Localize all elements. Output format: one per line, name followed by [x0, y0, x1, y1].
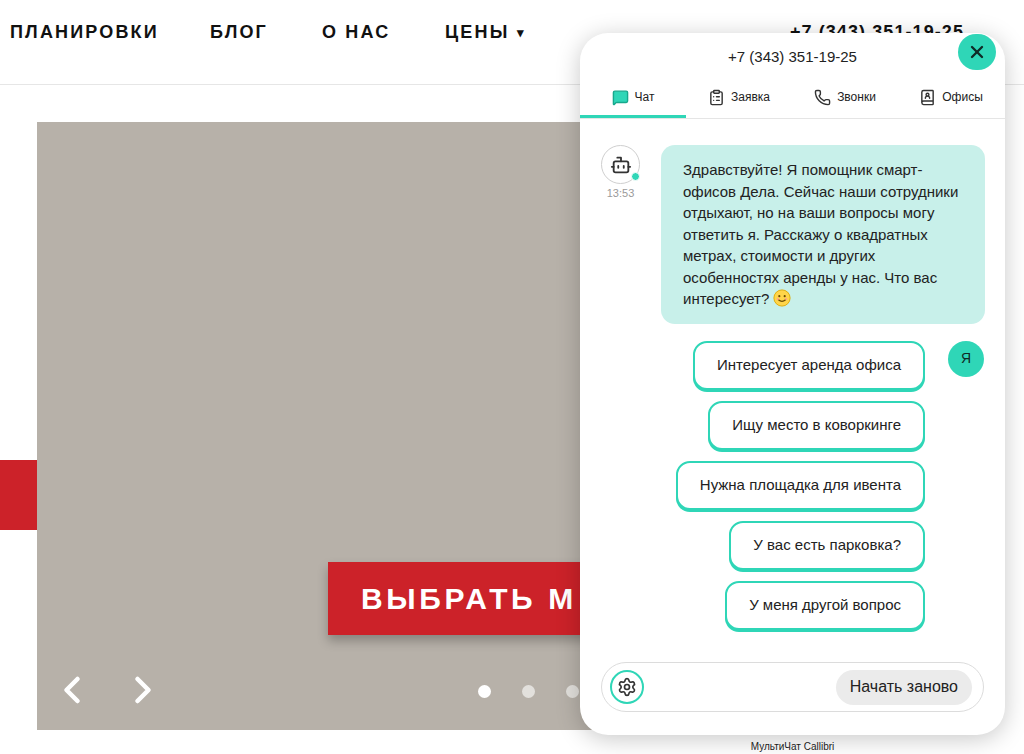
tab-icon [708, 89, 725, 106]
quick-reply-button[interactable]: Нужна площадка для ивента [676, 461, 925, 510]
nav-link[interactable]: ПЛАНИРОВКИ [10, 19, 210, 46]
tab-icon [919, 89, 936, 106]
quick-reply-button[interactable]: Ищу место в коворкинге [708, 401, 925, 450]
widget-phone: +7 (343) 351-19-25 [580, 33, 1005, 79]
widget-tab[interactable]: Офисы [898, 79, 1004, 118]
nav-link[interactable]: ЦЕНЫ▾ [445, 19, 527, 46]
chat-messages: 13:53 Здравствуйте! Я помощник смарт-офис… [580, 119, 1005, 662]
user-avatar: Я [948, 341, 984, 377]
smiley-icon [773, 289, 791, 307]
message-time: 13:53 [607, 185, 635, 202]
quick-reply-button[interactable]: У вас есть парковка? [729, 521, 925, 570]
bot-avatar-icon [601, 145, 640, 184]
carousel-dot[interactable] [478, 685, 491, 698]
widget-tab[interactable]: Чат [580, 79, 686, 118]
widget-brand: МультиЧат Callibri [580, 739, 1005, 754]
page: ПЛАНИРОВКИБЛОГО НАСЦЕНЫ▾ +7 (343) 351-19-… [0, 0, 1024, 754]
prev-arrow-icon[interactable] [50, 668, 94, 712]
carousel-dot[interactable] [566, 685, 579, 698]
widget-tabs: ЧатЗаявкаЗвонкиОфисы [580, 79, 1005, 119]
nav-link[interactable]: БЛОГ [210, 19, 322, 46]
next-arrow-icon[interactable] [121, 668, 165, 712]
bot-bubble: Здравствуйте! Я помощник смарт-офисов Де… [661, 145, 985, 324]
close-icon[interactable] [958, 34, 996, 70]
bot-message: 13:53 Здравствуйте! Я помощник смарт-офис… [580, 145, 1005, 324]
quick-reply-button[interactable]: Интересует аренда офиса [693, 341, 925, 390]
widget-tab[interactable]: Заявка [686, 79, 792, 118]
nav-link[interactable]: О НАС [322, 19, 445, 46]
tab-icon [814, 89, 831, 106]
quick-reply-button[interactable]: У меня другой вопрос [725, 581, 925, 630]
chat-input-bar: Начать заново [601, 662, 984, 712]
chat-widget: +7 (343) 351-19-25ЧатЗаявкаЗвонкиОфисы 13… [580, 33, 1005, 735]
tab-icon [612, 89, 629, 106]
restart-button[interactable]: Начать заново [836, 670, 972, 705]
widget-tab[interactable]: Звонки [792, 79, 898, 118]
red-accent [0, 460, 37, 530]
gear-icon[interactable] [610, 670, 644, 704]
carousel-dot[interactable] [522, 685, 535, 698]
